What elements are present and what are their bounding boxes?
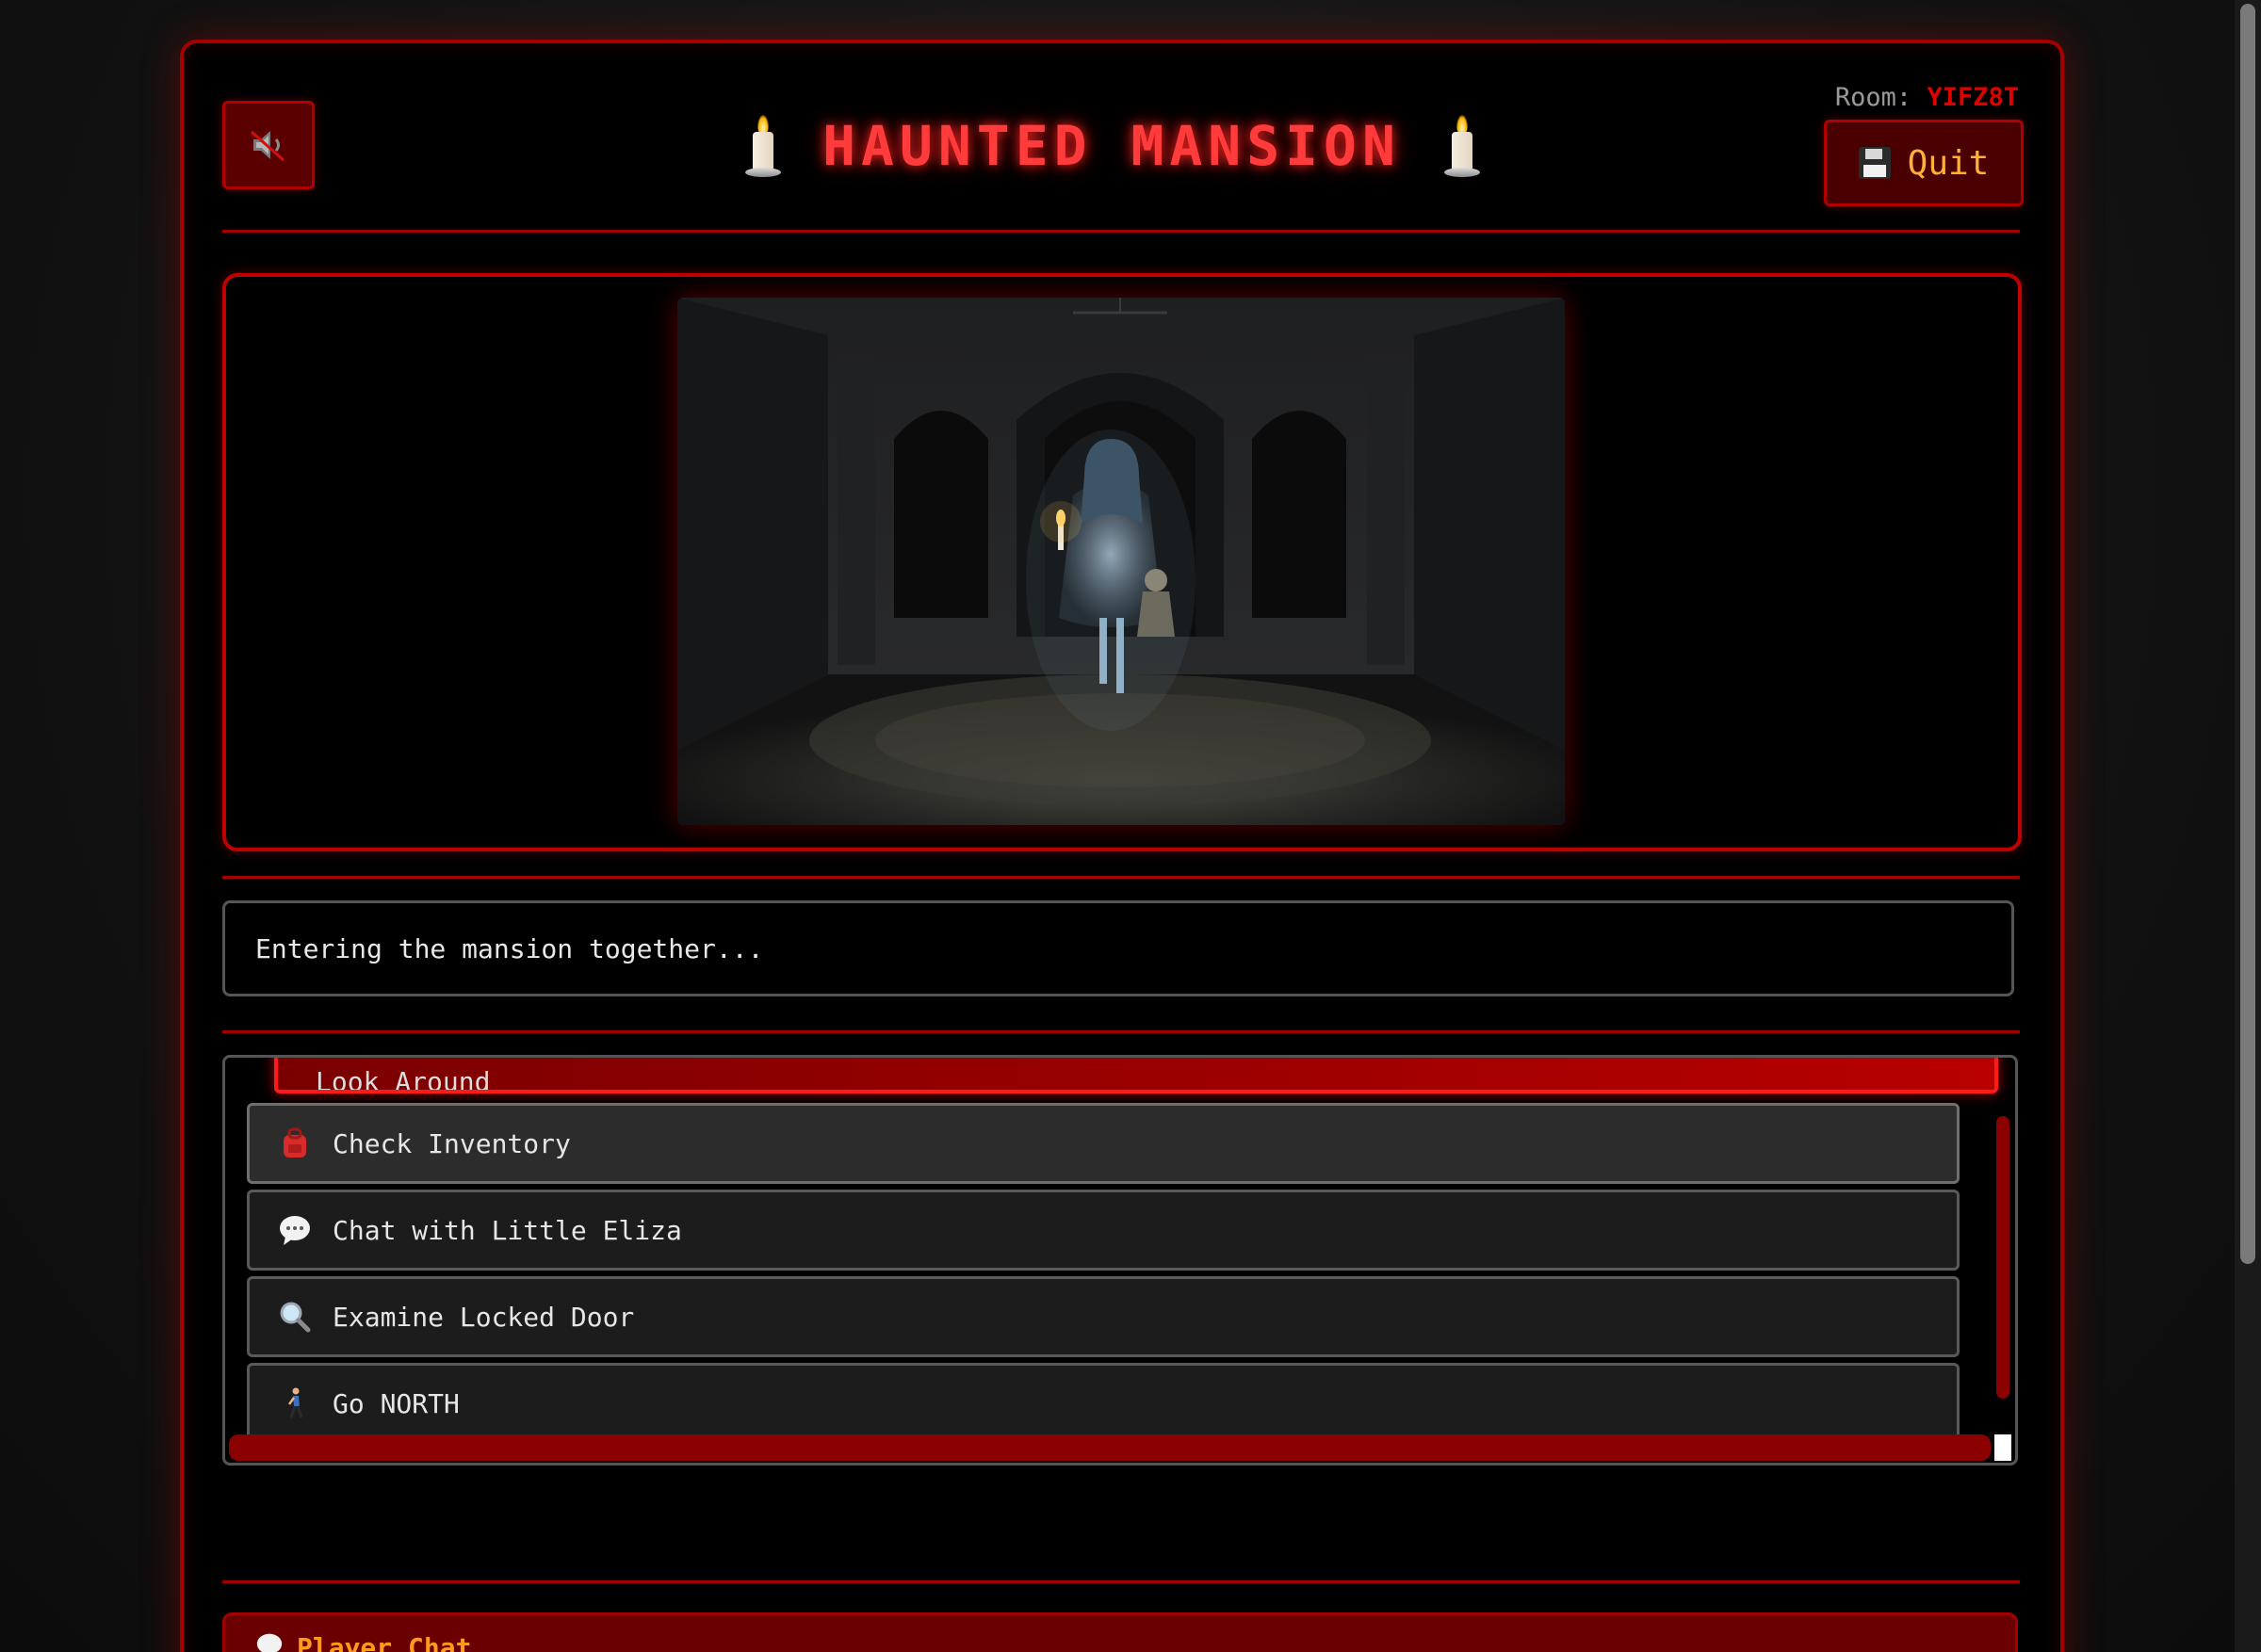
actions-list: Look Around Check Inventory Chat with Li…	[222, 1055, 2018, 1466]
muted-speaker-icon	[251, 130, 285, 162]
floppy-disk-icon	[1858, 147, 1891, 179]
actions-horizontal-scrollbar[interactable]	[229, 1434, 1991, 1461]
backpack-icon	[278, 1126, 312, 1160]
go-north-label: Go NORTH	[333, 1387, 460, 1419]
scrollbar-corner	[1994, 1434, 2011, 1461]
player-chat-title: Player Chat	[297, 1632, 472, 1652]
examine-locked-door-button[interactable]: Examine Locked Door	[247, 1276, 1960, 1357]
divider	[222, 1030, 2020, 1033]
magnifier-icon	[278, 1300, 312, 1334]
game-title-text: HAUNTED MANSION	[822, 114, 1401, 178]
check-inventory-button[interactable]: Check Inventory	[247, 1103, 1960, 1184]
room-code-label: Room: YIFZ8T	[1835, 83, 2019, 112]
scene-image	[677, 298, 1565, 825]
actions-vertical-scrollbar[interactable]	[1996, 1116, 2009, 1399]
chat-with-little-eliza-button[interactable]: Chat with Little Eliza	[247, 1190, 1960, 1271]
sound-toggle-button[interactable]	[222, 101, 315, 189]
room-code: YIFZ8T	[1927, 83, 2019, 112]
page-scrollbar[interactable]	[2235, 0, 2261, 1652]
speech-bubble-icon	[278, 1213, 312, 1247]
examine-locked-door-label: Examine Locked Door	[333, 1301, 635, 1333]
game-message-box: Entering the mansion together...	[222, 900, 2014, 996]
check-inventory-label: Check Inventory	[333, 1127, 571, 1159]
candle-icon	[741, 113, 783, 179]
quit-button[interactable]: Quit	[1824, 120, 2024, 206]
quit-label: Quit	[1907, 143, 1990, 183]
divider	[222, 1580, 2020, 1583]
room-prefix: Room:	[1834, 83, 1912, 112]
candle-icon	[1440, 113, 1482, 179]
divider	[222, 876, 2020, 879]
game-title: HAUNTED MANSION	[659, 99, 1564, 193]
walking-person-icon	[278, 1386, 312, 1420]
go-north-button[interactable]: Go NORTH	[247, 1363, 1960, 1444]
look-around-button[interactable]: Look Around	[274, 1058, 1998, 1093]
player-chat-header[interactable]: Player Chat	[222, 1612, 2018, 1652]
look-around-label: Look Around	[316, 1066, 491, 1093]
speech-bubble-icon	[255, 1632, 284, 1652]
page-scrollbar-thumb[interactable]	[2240, 4, 2255, 1264]
divider	[222, 230, 2020, 233]
chat-with-little-eliza-label: Chat with Little Eliza	[333, 1214, 682, 1246]
game-message-text: Entering the mansion together...	[255, 932, 764, 964]
